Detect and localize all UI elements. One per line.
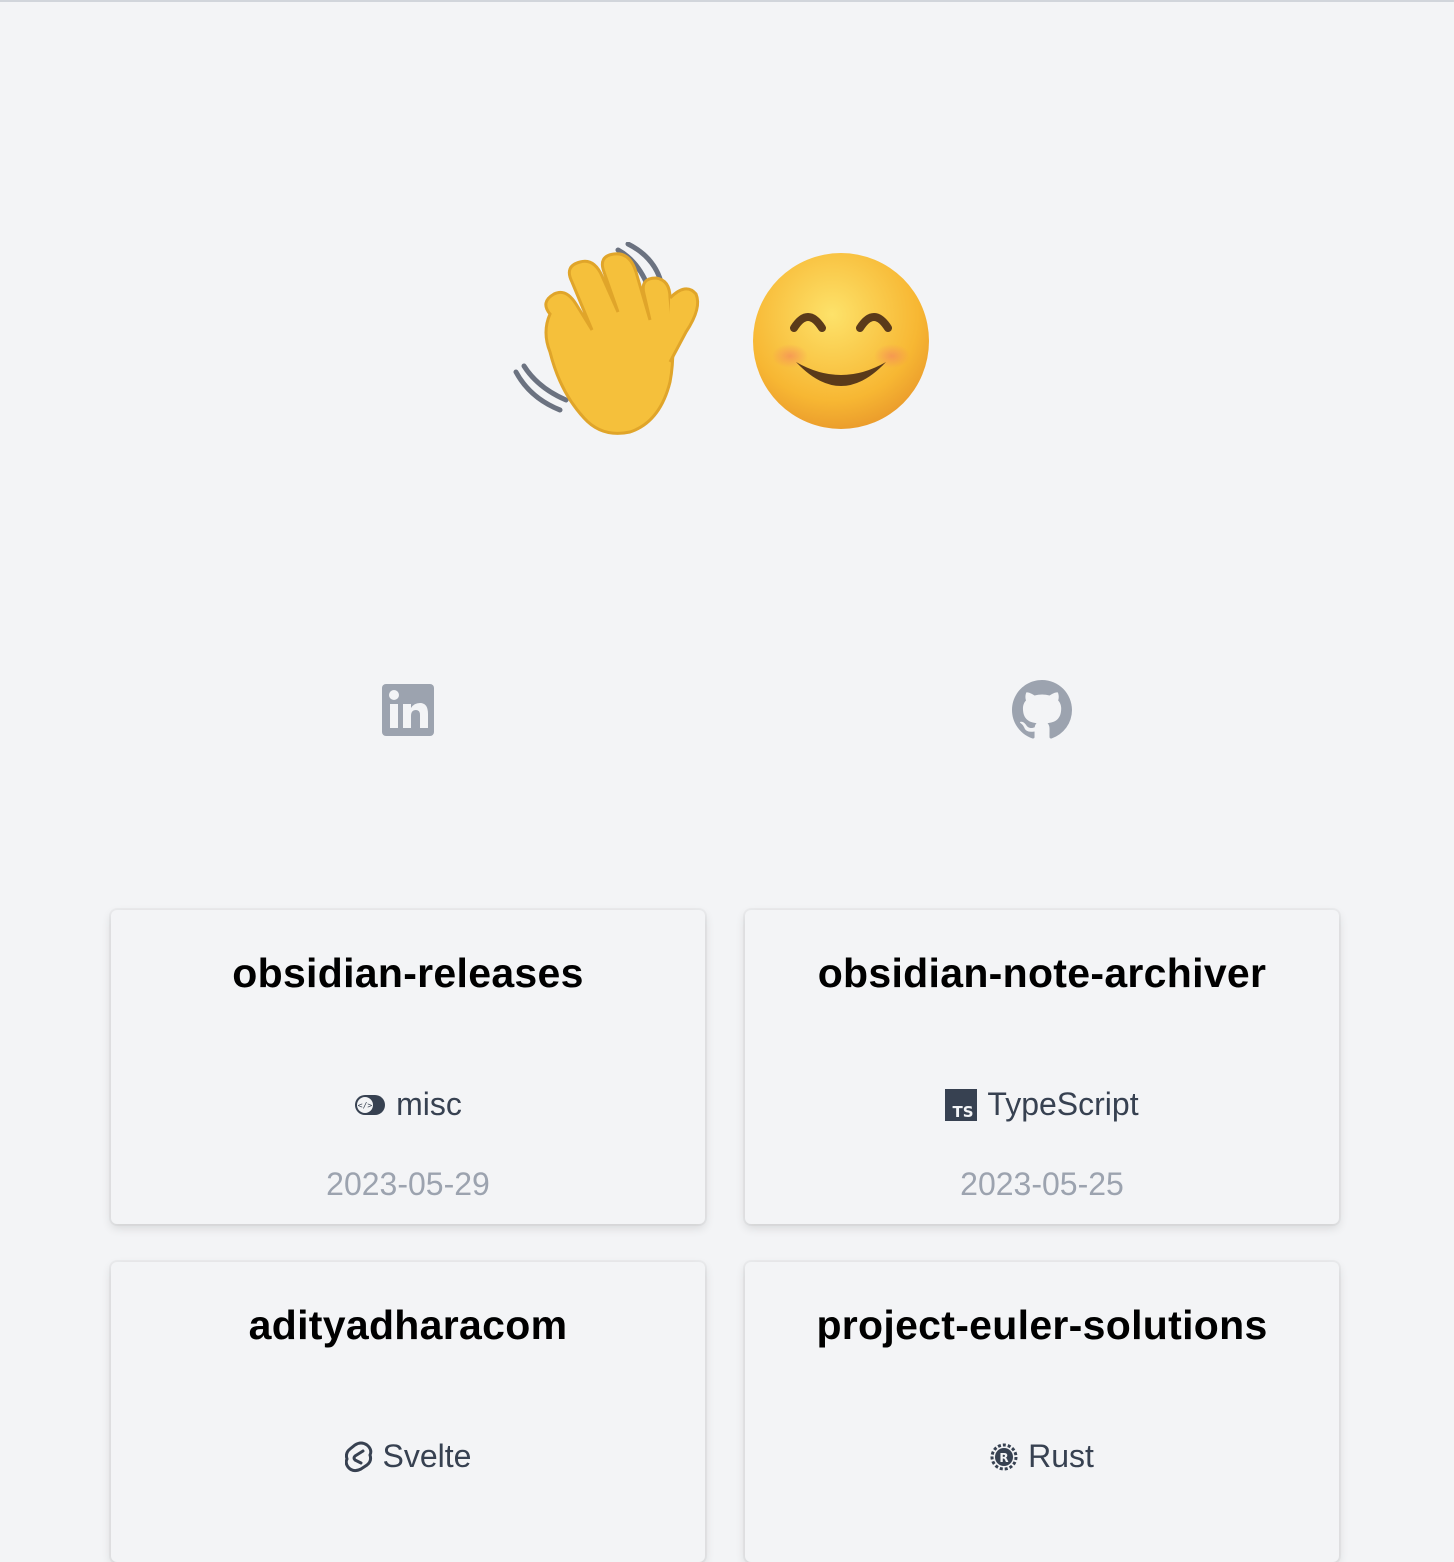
project-language: Svelte	[111, 1438, 705, 1475]
project-title[interactable]: obsidian-releases	[111, 950, 705, 997]
rust-icon: R	[990, 1443, 1018, 1471]
linkedin-link[interactable]	[378, 682, 438, 742]
project-language: R Rust	[745, 1438, 1339, 1475]
project-card[interactable]: obsidian-releases </> misc 2023-05-29	[111, 910, 705, 1224]
project-title[interactable]: obsidian-note-archiver	[745, 950, 1339, 997]
typescript-icon: TS	[945, 1088, 978, 1121]
project-language-label: Svelte	[382, 1438, 472, 1474]
svg-text:TS: TS	[953, 1103, 974, 1121]
svg-text:R: R	[999, 1451, 1008, 1465]
project-title[interactable]: project-euler-solutions	[745, 1302, 1339, 1349]
project-date: 2023-05-25	[960, 1166, 1124, 1202]
project-card[interactable]: project-euler-solutions R Rust	[745, 1262, 1339, 1562]
hero-section	[0, 232, 1454, 452]
project-card[interactable]: adityadharacom Svelte	[111, 1262, 705, 1562]
project-date: 2023-05-29	[326, 1166, 490, 1202]
svelte-icon	[344, 1441, 373, 1473]
project-language-label: TypeScript	[987, 1086, 1139, 1122]
project-language-label: Rust	[1028, 1438, 1094, 1474]
linkedin-icon	[380, 682, 436, 743]
project-language: TS TypeScript	[745, 1086, 1339, 1123]
project-language-label: misc	[396, 1086, 462, 1122]
project-language: </> misc	[111, 1086, 705, 1123]
misc-toggle-icon: </>	[354, 1094, 386, 1116]
github-link[interactable]	[1012, 679, 1072, 745]
svg-text:</>: </>	[358, 1101, 373, 1110]
github-icon	[1012, 679, 1072, 745]
project-card[interactable]: obsidian-note-archiver TS TypeScript 202…	[745, 910, 1339, 1224]
smiling-face-icon	[750, 250, 932, 437]
waving-hand-icon	[510, 241, 710, 447]
project-title[interactable]: adityadharacom	[111, 1302, 705, 1349]
